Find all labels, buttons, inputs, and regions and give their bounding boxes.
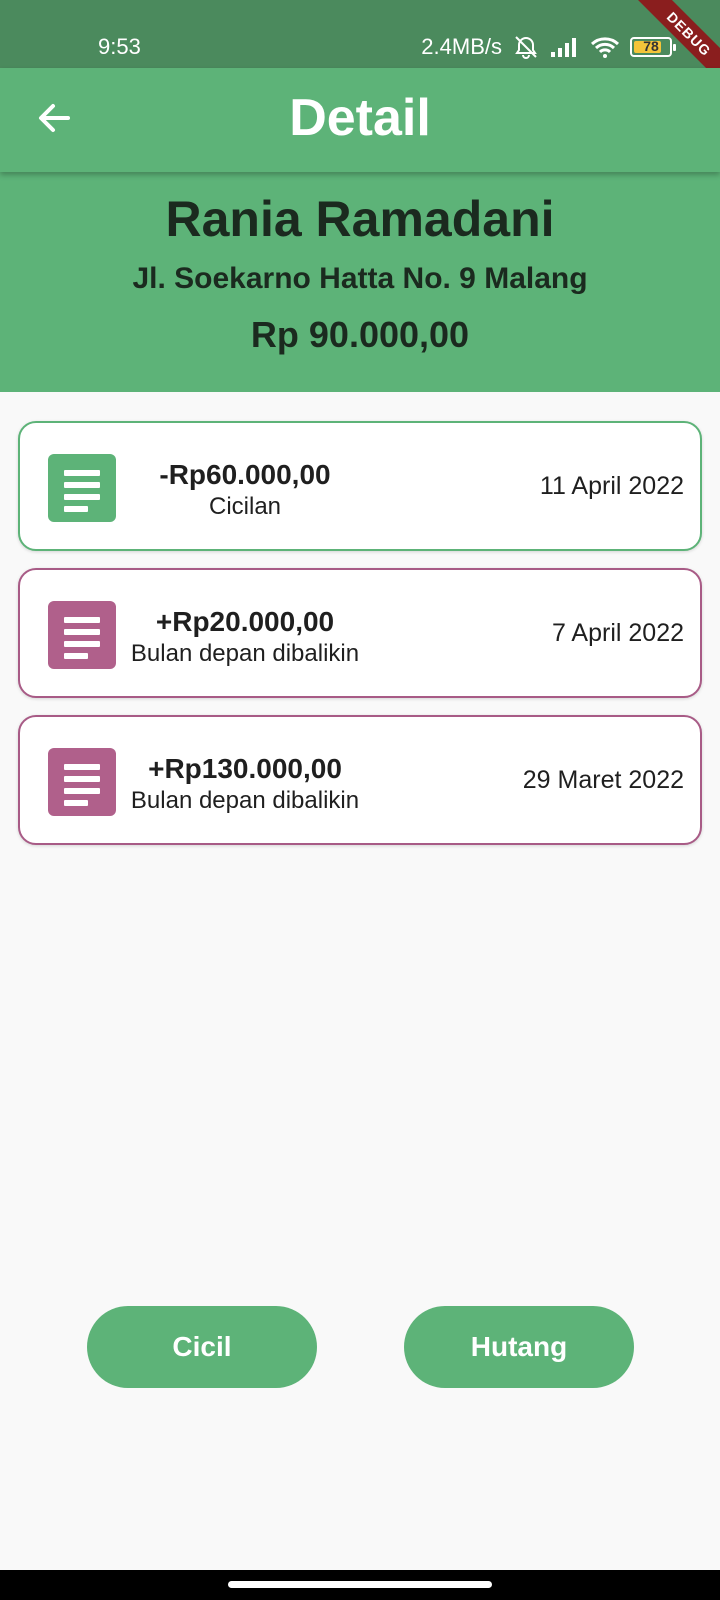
transaction-note: Bulan depan dibalikin xyxy=(130,640,360,667)
signal-icon xyxy=(550,36,580,58)
transaction-card[interactable]: -Rp60.000,00 Cicilan 11 April 2022 xyxy=(18,421,702,551)
page-title: Detail xyxy=(289,89,431,147)
notes-icon xyxy=(48,454,116,522)
battery-level: 78 xyxy=(643,38,659,54)
transaction-amount: -Rp60.000,00 xyxy=(159,459,331,490)
transaction-amount: +Rp130.000,00 xyxy=(148,753,342,784)
status-bar: 9:53 2.4MB/s 78 DEBUG xyxy=(0,0,720,96)
transaction-card[interactable]: +Rp130.000,00 Bulan depan dibalikin 29 M… xyxy=(18,715,702,845)
mute-notifications-icon xyxy=(512,35,540,59)
debtor-address: Jl. Soekarno Hatta No. 9 Malang xyxy=(132,262,588,295)
cicil-button[interactable]: Cicil xyxy=(87,1306,317,1388)
transaction-date: 29 Maret 2022 xyxy=(522,766,684,794)
home-indicator[interactable] xyxy=(228,1581,492,1588)
debt-total: Rp 90.000,00 xyxy=(250,314,470,355)
debtor-summary: Rania Ramadani Jl. Soekarno Hatta No. 9 … xyxy=(0,172,720,392)
transaction-amount: +Rp20.000,00 xyxy=(155,606,335,637)
transaction-info: +Rp130.000,00 Bulan depan dibalikin xyxy=(130,753,360,815)
transaction-note: Bulan depan dibalikin xyxy=(130,787,360,814)
notes-icon xyxy=(48,748,116,816)
battery-cap xyxy=(673,44,676,51)
battery-icon: 78 xyxy=(630,37,676,57)
notes-icon xyxy=(48,601,116,669)
status-icons: 2.4MB/s 78 xyxy=(421,34,676,60)
transaction-date: 11 April 2022 xyxy=(539,472,684,500)
status-time: 9:53 xyxy=(98,34,141,59)
wifi-icon xyxy=(590,35,620,59)
transaction-info: -Rp60.000,00 Cicilan xyxy=(130,459,360,521)
net-speed: 2.4MB/s xyxy=(421,34,502,59)
transaction-date: 7 April 2022 xyxy=(551,619,684,647)
app-bar: Detail xyxy=(0,68,720,172)
transaction-info: +Rp20.000,00 Bulan depan dibalikin xyxy=(130,606,360,668)
hutang-button[interactable]: Hutang xyxy=(404,1306,634,1388)
transaction-note: Cicilan xyxy=(208,493,282,520)
navigation-bar xyxy=(0,1570,720,1600)
debtor-name: Rania Ramadani xyxy=(165,191,555,247)
transaction-card[interactable]: +Rp20.000,00 Bulan depan dibalikin 7 Apr… xyxy=(18,568,702,698)
